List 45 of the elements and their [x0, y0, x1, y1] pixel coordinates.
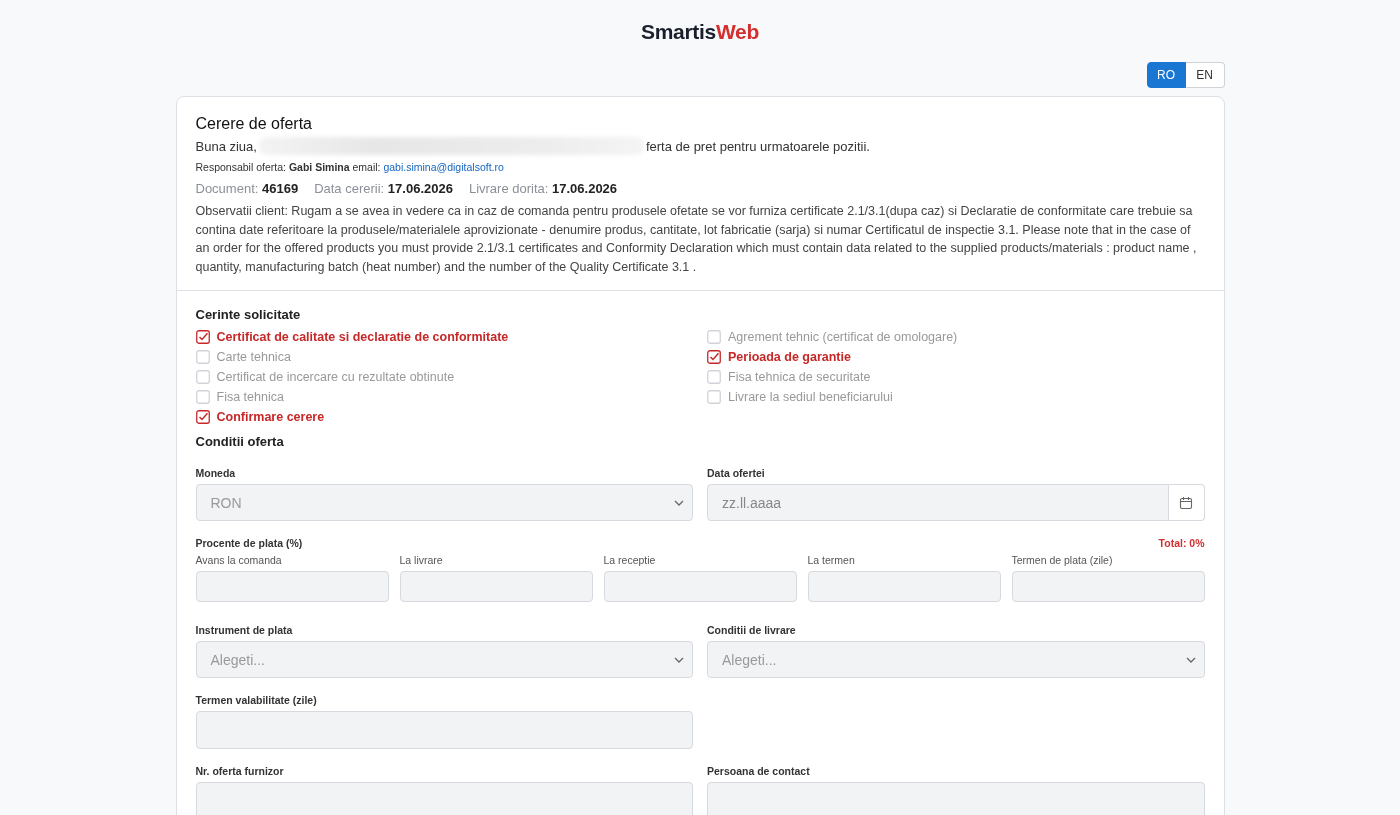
- checkbox-label: Fisa tehnica: [216, 390, 284, 404]
- checkbox-label: Livrare la sediul beneficiarului: [728, 390, 893, 404]
- meta-field: Data cererii: 17.06.2026: [314, 181, 453, 196]
- meta-field: Document: 46169: [195, 181, 299, 196]
- field-label: La receptie: [603, 554, 657, 566]
- checkbox[interactable]: [195, 330, 210, 344]
- responsible-line: Responsabil oferta: Gabi Simina email: gabi.simina@digitalsoft.ro: [195, 161, 505, 173]
- checkbox[interactable]: [195, 410, 210, 424]
- email-link[interactable]: gabi.simina@digitalsoft.ro: [383, 161, 504, 173]
- checkbox-label: Agrement tehnic (certificat de omologare): [728, 330, 958, 344]
- language-button[interactable]: RO: [1146, 62, 1186, 88]
- section-title: Cerinte solicitate: [195, 307, 302, 322]
- observations-text: Observatii client: Rugam a se avea in vedere ca in caz de comanda pentru produsele ofetate se vor furniza certificate 2.1/3.1(dupa caz) si Declaratie de conformitate care trebuie sa contina date referitoare la produsele/materialele aprovizionate - denumire produs, cantitate, lot fabricatie (sarja) si numar Certificatul de inspectie 3.1. Please note that in the case of an order for the offered products you must provide 2.1/3.1 certificates and Conformity Declaration which must contain data related to the supplied products/materials : product name , quantity, manufacturing batch (heat number) and the number of the Quality Certificate 3.1 .: [195, 203, 1198, 276]
- calendar-button[interactable]: [1169, 484, 1205, 521]
- field-label: Conditii de livrare: [707, 624, 797, 636]
- checkbox-label: Perioada de garantie: [728, 350, 851, 364]
- field-label: Avans la comanda: [195, 554, 283, 566]
- field-label: La livrare: [399, 554, 444, 566]
- checkbox-label: Confirmare cerere: [216, 410, 325, 424]
- section-title: Conditii oferta: [195, 434, 285, 449]
- chevron-icon: [674, 656, 684, 663]
- field-label: Instrument de plata: [195, 624, 294, 636]
- checkbox-label: Certificat de incercare cu rezultate obtinute: [216, 370, 455, 384]
- language-button[interactable]: EN: [1185, 62, 1225, 88]
- chevron-icon: [1185, 656, 1196, 663]
- meta-field: Livrare dorita: 17.06.2026: [468, 181, 618, 196]
- field-label: Data ofertei: [707, 467, 766, 479]
- field-label: Moneda: [195, 467, 237, 479]
- chevron-icon: [674, 499, 684, 506]
- field-label: La termen: [807, 554, 856, 566]
- logo: SmartisWeb: [641, 20, 759, 44]
- checkbox[interactable]: [707, 350, 721, 364]
- checkbox-label: Carte tehnica: [216, 350, 291, 364]
- field-label: Procente de plata (%): [195, 537, 303, 549]
- checkbox-label: Certificat de calitate si declaratie de conformitate: [216, 330, 509, 344]
- card-title: Cerere de oferta: [195, 115, 313, 133]
- total-text: Total: 0%: [1158, 537, 1205, 549]
- field-label: Nr. oferta furnizor: [195, 765, 285, 777]
- field-label: Termen de plata (zile): [1011, 554, 1114, 566]
- greeting-text: Buna ziua,: [195, 138, 257, 154]
- field-label: Persoana de contact: [707, 765, 811, 777]
- greeting-text: ferta de pret pentru urmatoarele pozitii.: [645, 138, 870, 154]
- calendar-icon: [1179, 495, 1194, 510]
- field-label: Termen valabilitate (zile): [195, 694, 318, 706]
- checkbox-label: Fisa tehnica de securitate: [728, 370, 871, 384]
